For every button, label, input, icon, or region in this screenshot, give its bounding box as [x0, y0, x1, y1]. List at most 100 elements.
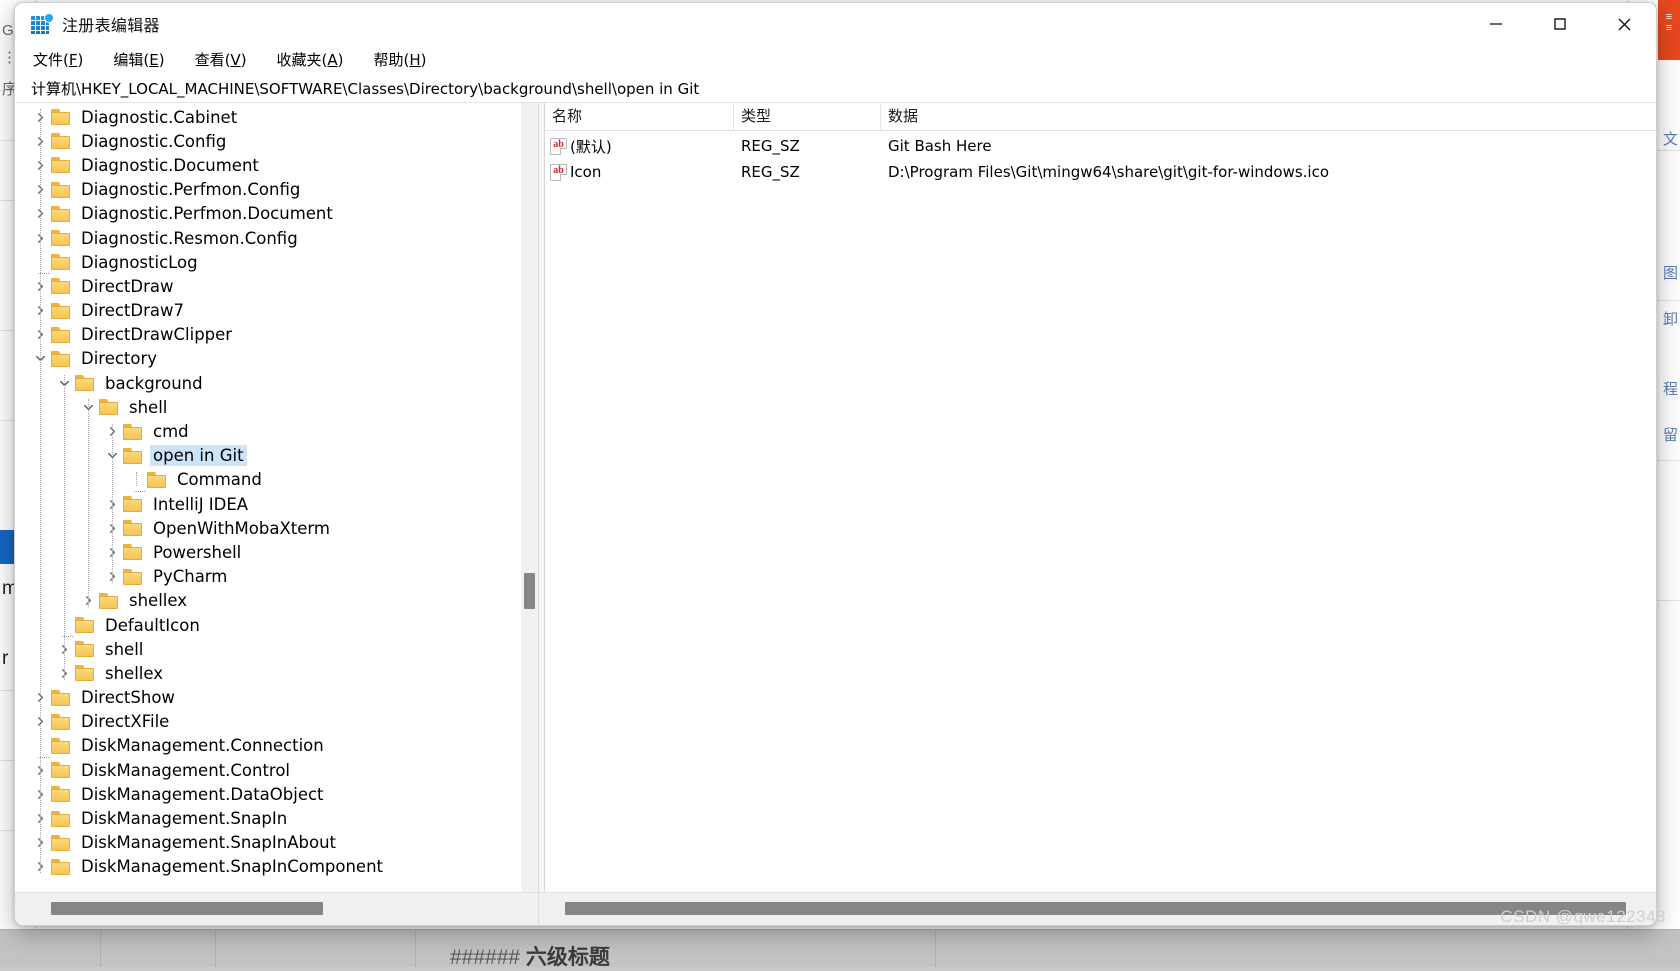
- tree-item-label: DirectShow: [78, 687, 178, 708]
- folder-icon: [51, 182, 71, 198]
- background-taskbar-strip: [0, 929, 1680, 967]
- menu-item-favorites[interactable]: 收藏夹(A): [275, 48, 346, 71]
- tree-item-diagnostic-cabinet[interactable]: Diagnostic.Cabinet: [15, 105, 538, 129]
- values-horizontal-scrollbar[interactable]: [539, 893, 1656, 925]
- tree-item-open-in-git[interactable]: open in Git: [15, 444, 538, 468]
- values-list: ab(默认)REG_SZGit Bash HereabIconREG_SZD:\…: [545, 131, 1656, 892]
- folder-icon: [123, 569, 143, 585]
- value-row[interactable]: ab(默认)REG_SZGit Bash Here: [545, 133, 1656, 159]
- folder-icon: [51, 811, 71, 827]
- background-glyph: 卸: [1663, 308, 1678, 329]
- tree-item-diskmanagement-snapincomponent[interactable]: DiskManagement.SnapInComponent: [15, 855, 538, 879]
- tree-item-label: DiskManagement.SnapIn: [78, 808, 290, 829]
- tree-item-label: Diagnostic.Resmon.Config: [78, 228, 301, 249]
- tree-item-powershell[interactable]: Powershell: [15, 540, 538, 564]
- menu-help-pre: 帮助(: [374, 51, 410, 69]
- menu-item-view[interactable]: 查看(V): [193, 48, 249, 71]
- address-bar[interactable]: 计算机\HKEY_LOCAL_MACHINE\SOFTWARE\Classes\…: [15, 74, 1656, 103]
- tree-item-label: shell: [126, 397, 170, 418]
- tree-item-label: DiskManagement.SnapInComponent: [78, 856, 386, 877]
- tree-item-label: Diagnostic.Perfmon.Document: [78, 203, 336, 224]
- tree-item-label: DirectDraw7: [78, 300, 187, 321]
- menu-item-file[interactable]: 文件(F): [31, 48, 85, 71]
- tree-item-shell[interactable]: shell: [15, 395, 538, 419]
- tree-item-label: Diagnostic.Cabinet: [78, 107, 240, 128]
- menu-item-edit[interactable]: 编辑(E): [111, 48, 166, 71]
- folder-icon: [51, 303, 71, 319]
- menu-item-help[interactable]: 帮助(H): [372, 48, 429, 71]
- tree-item-intellij-idea[interactable]: IntelliJ IDEA: [15, 492, 538, 516]
- folder-icon: [123, 544, 143, 560]
- tree-hscroll-thumb[interactable]: [51, 902, 323, 915]
- tree-item-directdraw7[interactable]: DirectDraw7: [15, 299, 538, 323]
- tree-item-shellex[interactable]: shellex: [15, 589, 538, 613]
- tree-item-directshow[interactable]: DirectShow: [15, 686, 538, 710]
- folder-icon: [51, 109, 71, 125]
- value-type-cell: REG_SZ: [734, 137, 881, 155]
- column-header-name[interactable]: 名称: [545, 103, 734, 130]
- values-hscroll-thumb[interactable]: [565, 902, 1626, 915]
- column-header-data[interactable]: 数据: [881, 103, 1656, 130]
- tree-item-label: IntelliJ IDEA: [150, 494, 251, 515]
- tree-item-directory[interactable]: Directory: [15, 347, 538, 371]
- tree-item-label: DirectDraw: [78, 276, 177, 297]
- folder-icon: [51, 278, 71, 294]
- folder-icon: [51, 714, 71, 730]
- tree-item-diskmanagement-dataobject[interactable]: DiskManagement.DataObject: [15, 782, 538, 806]
- background-glyph: G: [2, 22, 14, 39]
- column-header-type[interactable]: 类型: [734, 103, 881, 130]
- tree-item-label: Diagnostic.Perfmon.Config: [78, 179, 303, 200]
- tree-vertical-scrollbar[interactable]: [521, 103, 538, 892]
- tree-item-directdrawclipper[interactable]: DirectDrawClipper: [15, 323, 538, 347]
- menu-help-post: ): [421, 51, 427, 69]
- tree-item-diagnostic-perfmon-document[interactable]: Diagnostic.Perfmon.Document: [15, 202, 538, 226]
- pane-splitter[interactable]: [538, 103, 545, 892]
- value-row[interactable]: abIconREG_SZD:\Program Files\Git\mingw64…: [545, 159, 1656, 185]
- address-path: 计算机\HKEY_LOCAL_MACHINE\SOFTWARE\Classes\…: [31, 78, 699, 99]
- registry-tree-pane: Diagnostic.CabinetDiagnostic.ConfigDiagn…: [15, 103, 538, 892]
- tree-item-openwithmobaxterm[interactable]: OpenWithMobaXterm: [15, 516, 538, 540]
- tree-item-diskmanagement-snapin[interactable]: DiskManagement.SnapIn: [15, 806, 538, 830]
- tree-item-directdraw[interactable]: DirectDraw: [15, 274, 538, 298]
- tree-item-command[interactable]: Command: [15, 468, 538, 492]
- maximize-button[interactable]: [1528, 3, 1592, 45]
- csdn-watermark: CSDN @qwe122343: [1500, 907, 1666, 927]
- value-name-cell: abIcon: [545, 163, 734, 181]
- tree-item-diagnosticlog[interactable]: DiagnosticLog: [15, 250, 538, 274]
- tree-item-label: Command: [174, 469, 265, 490]
- tree-item-defaulticon[interactable]: DefaultIcon: [15, 613, 538, 637]
- tree-item-label: DirectXFile: [78, 711, 172, 732]
- tree-item-diagnostic-perfmon-config[interactable]: Diagnostic.Perfmon.Config: [15, 178, 538, 202]
- tree-scroll-thumb[interactable]: [524, 573, 535, 609]
- folder-icon: [51, 762, 71, 778]
- folder-icon: [123, 424, 143, 440]
- close-button[interactable]: [1592, 3, 1656, 45]
- menu-view-key: V: [230, 51, 240, 69]
- tree-item-diskmanagement-snapinabout[interactable]: DiskManagement.SnapInAbout: [15, 831, 538, 855]
- tree-item-diagnostic-config[interactable]: Diagnostic.Config: [15, 129, 538, 153]
- folder-icon: [123, 496, 143, 512]
- tree-item-diskmanagement-control[interactable]: DiskManagement.Control: [15, 758, 538, 782]
- tree-item-diagnostic-document[interactable]: Diagnostic.Document: [15, 153, 538, 177]
- background-glyph: r: [2, 648, 8, 670]
- tree-item-label: DefaultIcon: [102, 615, 203, 636]
- tree-item-pycharm[interactable]: PyCharm: [15, 565, 538, 589]
- minimize-button[interactable]: [1464, 3, 1528, 45]
- registry-editor-icon: [31, 13, 53, 35]
- tree-item-shell[interactable]: shell: [15, 637, 538, 661]
- tree-item-cmd[interactable]: cmd: [15, 419, 538, 443]
- registry-values-pane: 名称 类型 数据 ab(默认)REG_SZGit Bash HereabIcon…: [545, 103, 1656, 892]
- string-value-icon: ab: [550, 164, 567, 181]
- tree-item-diskmanagement-connection[interactable]: DiskManagement.Connection: [15, 734, 538, 758]
- tree-item-background[interactable]: background: [15, 371, 538, 395]
- folder-icon: [51, 690, 71, 706]
- tree-item-diagnostic-resmon-config[interactable]: Diagnostic.Resmon.Config: [15, 226, 538, 250]
- background-glyph: 文: [1663, 128, 1678, 149]
- tree-horizontal-scrollbar[interactable]: [15, 893, 539, 925]
- value-data-cell: Git Bash Here: [881, 137, 1656, 155]
- title-bar: 注册表编辑器: [15, 3, 1656, 45]
- menu-file-post: ): [78, 51, 84, 69]
- folder-icon: [51, 859, 71, 875]
- tree-item-shellex[interactable]: shellex: [15, 661, 538, 685]
- tree-item-directxfile[interactable]: DirectXFile: [15, 710, 538, 734]
